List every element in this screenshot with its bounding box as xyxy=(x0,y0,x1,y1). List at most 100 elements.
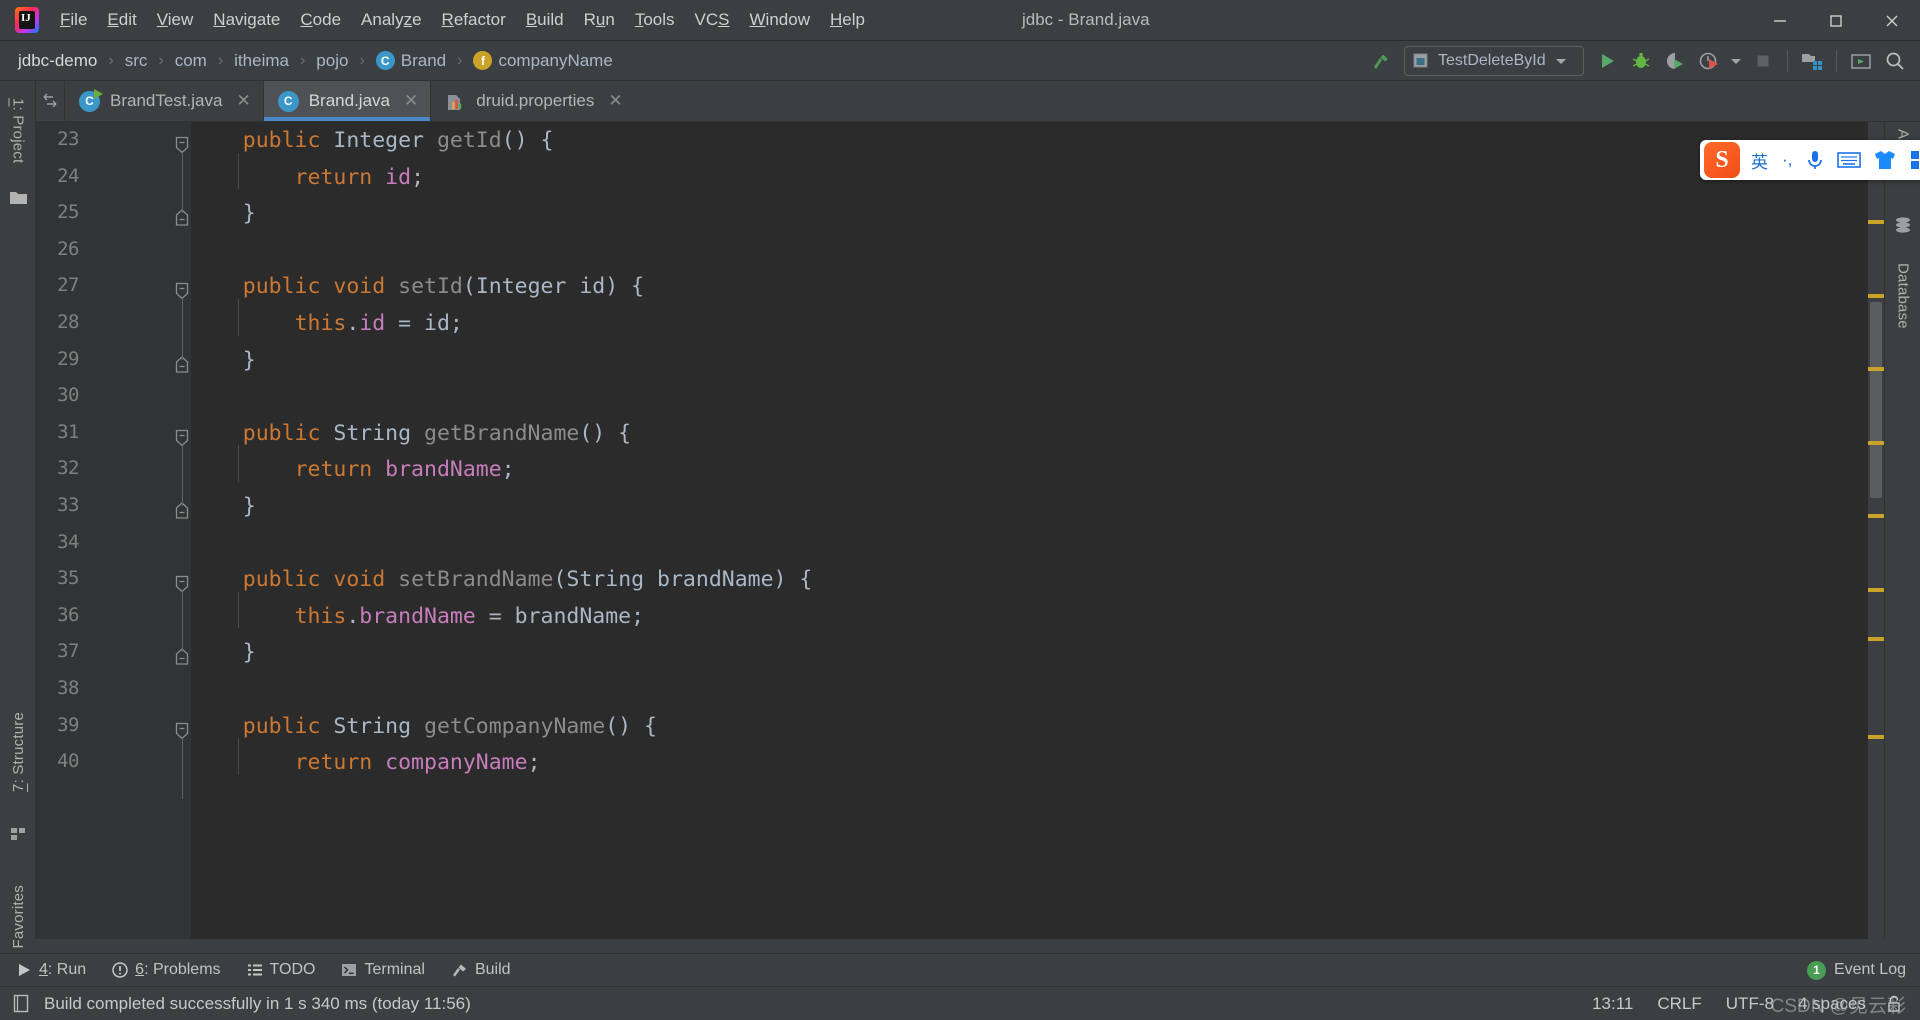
code-line[interactable]: public void setBrandName(String brandNam… xyxy=(191,567,813,592)
close-button[interactable] xyxy=(1864,0,1920,41)
microphone-icon[interactable] xyxy=(1799,149,1831,171)
close-icon[interactable]: ✕ xyxy=(402,91,420,111)
warning-marker[interactable] xyxy=(1868,587,1884,592)
menu-refactor[interactable]: Refactor xyxy=(432,6,516,34)
breadcrumb-item-brand[interactable]: C Brand xyxy=(374,49,448,73)
lock-icon[interactable] xyxy=(1878,993,1910,1015)
code-fold-collapse-icon[interactable] xyxy=(174,282,190,300)
bottom-tool-6-problems[interactable]: 6: Problems xyxy=(102,958,230,982)
indent-setting[interactable]: 4 spaces xyxy=(1786,992,1878,1016)
profiler-button[interactable] xyxy=(1692,45,1726,77)
menu-navigate[interactable]: Navigate xyxy=(203,6,290,34)
warning-marker[interactable] xyxy=(1868,734,1884,739)
code-line[interactable]: } xyxy=(191,494,256,519)
menu-build[interactable]: Build xyxy=(516,6,574,34)
close-icon[interactable]: ✕ xyxy=(606,91,624,111)
menu-tools[interactable]: Tools xyxy=(625,6,685,34)
warning-marker[interactable] xyxy=(1868,293,1884,298)
warning-marker[interactable] xyxy=(1868,367,1884,372)
code-line[interactable]: return brandName; xyxy=(191,457,515,482)
ime-mode-button[interactable]: 英 xyxy=(1744,148,1775,173)
menu-edit[interactable]: Edit xyxy=(97,6,146,34)
line-separator[interactable]: CRLF xyxy=(1645,992,1713,1016)
warning-marker[interactable] xyxy=(1868,514,1884,519)
sogou-ime-toolbar[interactable]: S 英 ·, xyxy=(1700,140,1920,180)
code-line[interactable]: } xyxy=(191,640,256,665)
code-line[interactable]: this.brandName = brandName; xyxy=(191,604,645,629)
menu-view[interactable]: View xyxy=(147,6,204,34)
code-fold-collapse-icon[interactable] xyxy=(174,575,190,593)
run-button[interactable] xyxy=(1590,45,1624,77)
code-line[interactable]: public String getBrandName() { xyxy=(191,421,631,446)
debug-button[interactable] xyxy=(1624,45,1658,77)
build-project-button[interactable] xyxy=(1364,45,1398,77)
warning-marker[interactable] xyxy=(1868,440,1884,445)
warning-marker[interactable] xyxy=(1868,636,1884,641)
code-editor[interactable]: 23 24 25 26 27 28 29 30 31 32 33 34 35 36 37 38 39 40 pub… xyxy=(36,122,1884,939)
breadcrumb-item-com[interactable]: com xyxy=(173,49,209,73)
skin-shirt-icon[interactable] xyxy=(1867,149,1903,171)
code-line[interactable]: return id; xyxy=(191,165,424,190)
code-fold-collapse-icon[interactable] xyxy=(174,429,190,447)
menu-file[interactable]: File xyxy=(50,6,97,34)
code-line[interactable] xyxy=(191,677,204,702)
project-structure-button[interactable] xyxy=(1795,45,1829,77)
sidebar-item-structure[interactable]: 7: Structure xyxy=(0,691,36,813)
code-line[interactable]: this.id = id; xyxy=(191,311,463,336)
profiler-dropdown[interactable] xyxy=(1726,45,1746,77)
warning-marker[interactable] xyxy=(1868,220,1884,225)
code-line[interactable]: public void setId(Integer id) { xyxy=(191,274,644,299)
run-with-coverage-button[interactable] xyxy=(1658,45,1692,77)
sidebar-item-folder[interactable] xyxy=(0,185,36,211)
code-line[interactable]: } xyxy=(191,201,256,226)
minimize-button[interactable] xyxy=(1752,0,1808,41)
bottom-tool-4-run[interactable]: 4: Run xyxy=(6,958,96,982)
editor-gutter[interactable]: 23 24 25 26 27 28 29 30 31 32 33 34 35 36 37 38 39 40 xyxy=(36,122,191,939)
sidebar-item-project[interactable]: 1: Project xyxy=(0,85,36,177)
breadcrumb-item-src[interactable]: src xyxy=(123,49,150,73)
bottom-tool-build[interactable]: Build xyxy=(441,958,521,982)
menu-run[interactable]: Run xyxy=(574,6,625,34)
code-line[interactable]: public String getCompanyName() { xyxy=(191,714,657,739)
maximize-button[interactable] xyxy=(1808,0,1864,41)
file-encoding[interactable]: UTF-8 xyxy=(1714,992,1786,1016)
apps-grid-icon[interactable] xyxy=(1903,149,1920,171)
keyboard-icon[interactable] xyxy=(1831,151,1867,169)
scrollbar-thumb[interactable] xyxy=(1870,301,1882,498)
bottom-tool-todo[interactable]: TODO xyxy=(237,958,326,982)
search-everywhere-button[interactable] xyxy=(1878,45,1912,77)
breadcrumb-item-pojo[interactable]: pojo xyxy=(314,49,350,73)
breadcrumb-item-itheima[interactable]: itheima xyxy=(232,49,291,73)
stop-button[interactable] xyxy=(1746,45,1780,77)
menu-code[interactable]: Code xyxy=(290,6,351,34)
bottom-tool-terminal[interactable]: Terminal xyxy=(331,958,434,982)
menu-analyze[interactable]: Analyze xyxy=(351,6,432,34)
code-text-area[interactable]: public Integer getId() { return id; } pu… xyxy=(191,122,1884,939)
sogou-logo-icon[interactable]: S xyxy=(1704,142,1740,178)
menu-window[interactable]: Window xyxy=(740,6,820,34)
editor-tab-brand-java[interactable]: C Brand.java ✕ xyxy=(262,81,431,121)
code-line[interactable] xyxy=(191,384,204,409)
code-fold-collapse-icon[interactable] xyxy=(174,722,190,739)
event-log-button[interactable]: 1 Event Log xyxy=(1806,960,1906,980)
editor-tab-brandtest-java[interactable]: C BrandTest.java ✕ xyxy=(64,81,263,121)
code-line[interactable] xyxy=(191,238,204,263)
close-icon[interactable]: ✕ xyxy=(234,91,252,111)
editor-scrollbar[interactable] xyxy=(1868,122,1884,939)
code-line[interactable]: public Integer getId() { xyxy=(191,128,554,153)
code-line[interactable] xyxy=(191,531,204,556)
tab-list-button[interactable] xyxy=(36,81,64,121)
caret-position[interactable]: 13:11 xyxy=(1580,992,1645,1016)
code-line[interactable]: return companyName; xyxy=(191,750,541,775)
code-fold-collapse-icon[interactable] xyxy=(174,136,190,154)
terminal-button[interactable] xyxy=(1844,45,1878,77)
run-configuration-selector[interactable]: TestDeleteById xyxy=(1404,46,1584,76)
ime-punctuation-button[interactable]: ·, xyxy=(1775,150,1799,170)
sidebar-item-database[interactable]: Database xyxy=(1885,241,1920,351)
editor-tab-druid-properties[interactable]: druid.properties ✕ xyxy=(430,81,634,121)
menu-help[interactable]: Help xyxy=(820,6,875,34)
breadcrumb-item-jdbc-demo[interactable]: jdbc-demo xyxy=(16,49,99,73)
code-line[interactable]: } xyxy=(191,348,256,373)
menu-vcs[interactable]: VCS xyxy=(685,6,740,34)
breadcrumb-item-companyname[interactable]: f companyName xyxy=(471,49,614,73)
